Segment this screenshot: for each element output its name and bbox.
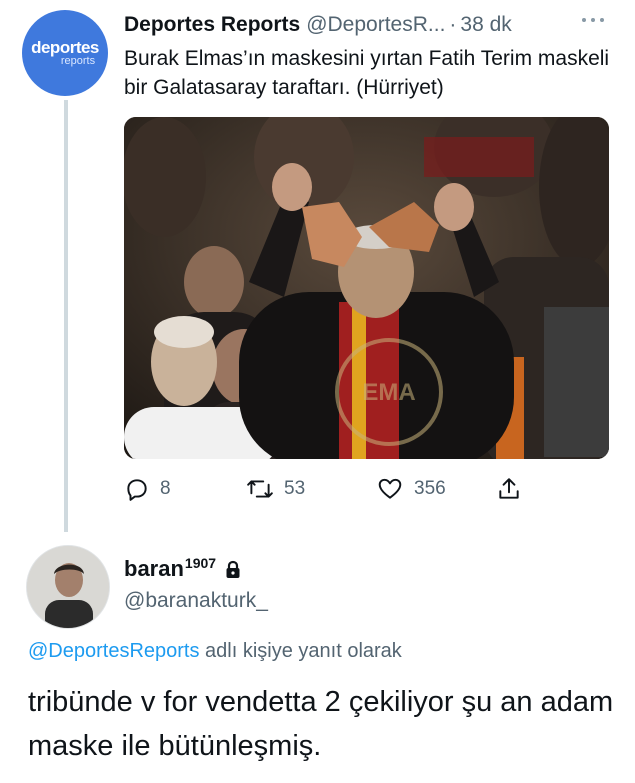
reply-button[interactable]: 8 (124, 472, 171, 506)
thread-connector-line (64, 100, 68, 532)
tweet-author-name[interactable]: Deportes Reports (124, 13, 300, 37)
reply-author-name[interactable]: baran 1907 (124, 555, 242, 582)
tweet-text: Burak Elmas’ın maskesini yırtan Fatih Te… (124, 47, 610, 99)
reply-author-display-name: baran (124, 556, 184, 581)
reply-icon (127, 479, 147, 501)
deportes-reports-avatar[interactable]: deportes reports (22, 10, 108, 96)
reply-author-superscript: 1907 (184, 555, 217, 571)
more-options-icon[interactable] (582, 18, 604, 24)
reply-text: tribünde v for vendetta 2 çekiliyor şu a… (28, 686, 614, 762)
retweet-button[interactable]: 53 (246, 472, 305, 506)
reply-author-handle[interactable]: @baranakturk_ (124, 589, 268, 613)
tweet-action-bar: 8 53 356 (124, 472, 544, 506)
reply-count: 8 (160, 478, 171, 499)
photo-image: EMA (124, 117, 609, 459)
profile-photo-icon (27, 546, 109, 628)
photo-watermark-text: EMA (362, 379, 415, 406)
replying-to-line: @DeportesReports adlı kişiye yanıt olara… (28, 640, 402, 663)
baran-avatar[interactable] (26, 545, 110, 629)
header-separator: · (449, 13, 457, 36)
like-button[interactable]: 356 (376, 472, 446, 506)
tweet-photo[interactable]: EMA (124, 117, 609, 459)
retweet-icon (247, 480, 273, 498)
share-icon (499, 478, 519, 499)
tweet-author-handle[interactable]: @DeportesR... (306, 13, 445, 37)
reply-to-mention-link[interactable]: @DeportesReports (28, 640, 199, 662)
like-count: 356 (414, 478, 446, 499)
retweet-count: 53 (284, 478, 306, 499)
share-button[interactable] (496, 472, 532, 506)
avatar-logo-text: deportes (31, 38, 99, 57)
tweet-timestamp[interactable]: 38 dk (460, 13, 511, 37)
avatar-logo-subtext: reports (60, 55, 96, 67)
protected-lock-icon (226, 560, 240, 578)
tweet-header: Deportes Reports @DeportesR... · 38 dk (124, 10, 624, 40)
heart-icon (378, 478, 402, 499)
reply-to-suffix: adlı kişiye yanıt olarak (199, 640, 402, 662)
